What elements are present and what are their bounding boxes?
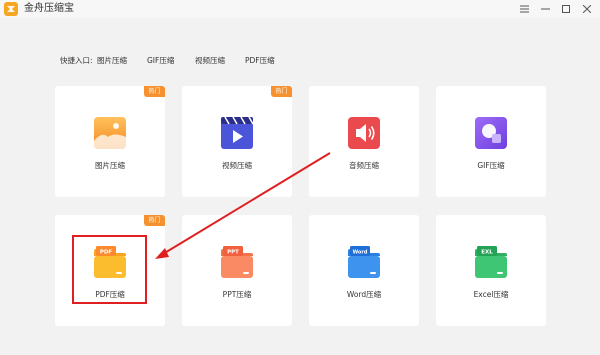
title-bar: 金舟压缩宝 [0, 0, 600, 18]
excel-folder-icon: EXL [475, 246, 507, 278]
card-label: GIF压缩 [477, 161, 505, 170]
image-icon [94, 117, 126, 149]
card-word-compress[interactable]: Word Word压缩 [309, 215, 419, 326]
svg-text:EXL: EXL [481, 250, 493, 256]
hot-badge: 热门 [144, 215, 165, 226]
svg-text:Word: Word [353, 250, 368, 256]
card-excel-compress[interactable]: EXL Excel压缩 [436, 215, 546, 326]
maximize-icon[interactable] [558, 1, 574, 17]
audio-icon [348, 117, 380, 149]
card-ppt-compress[interactable]: PPT PPT压缩 [182, 215, 292, 326]
ppt-folder-icon: PPT [221, 246, 253, 278]
video-icon [221, 116, 254, 149]
quick-link-video[interactable]: 视频压缩 [195, 55, 225, 66]
card-label: 图片压缩 [95, 161, 125, 170]
minimize-icon[interactable] [537, 1, 553, 17]
quick-access-label: 快捷入口: [60, 56, 93, 65]
card-video-compress[interactable]: 热门 视频压缩 [182, 86, 292, 197]
card-label: 视频压缩 [222, 161, 252, 170]
highlight-box [72, 235, 147, 304]
quick-link-pdf[interactable]: PDF压缩 [245, 55, 275, 66]
hot-badge: 热门 [144, 86, 165, 97]
card-label: 音频压缩 [349, 161, 379, 170]
card-label: PPT压缩 [222, 290, 252, 299]
quick-link-image[interactable]: 图片压缩 [97, 55, 127, 66]
card-label: Word压缩 [346, 290, 382, 299]
card-gif-compress[interactable]: GIF压缩 [436, 86, 546, 197]
card-label: Excel压缩 [473, 290, 509, 299]
menu-icon[interactable] [516, 1, 532, 17]
close-icon[interactable] [579, 1, 595, 17]
gif-icon [475, 117, 507, 149]
app-logo [4, 2, 18, 16]
app-title: 金舟压缩宝 [24, 3, 74, 14]
word-folder-icon: Word [348, 246, 380, 278]
svg-text:PPT: PPT [227, 250, 239, 256]
card-image-compress[interactable]: 热门 图片压缩 [55, 86, 165, 197]
hot-badge: 热门 [271, 86, 292, 97]
quick-link-gif[interactable]: GIF压缩 [147, 55, 174, 66]
card-audio-compress[interactable]: 音频压缩 [309, 86, 419, 197]
